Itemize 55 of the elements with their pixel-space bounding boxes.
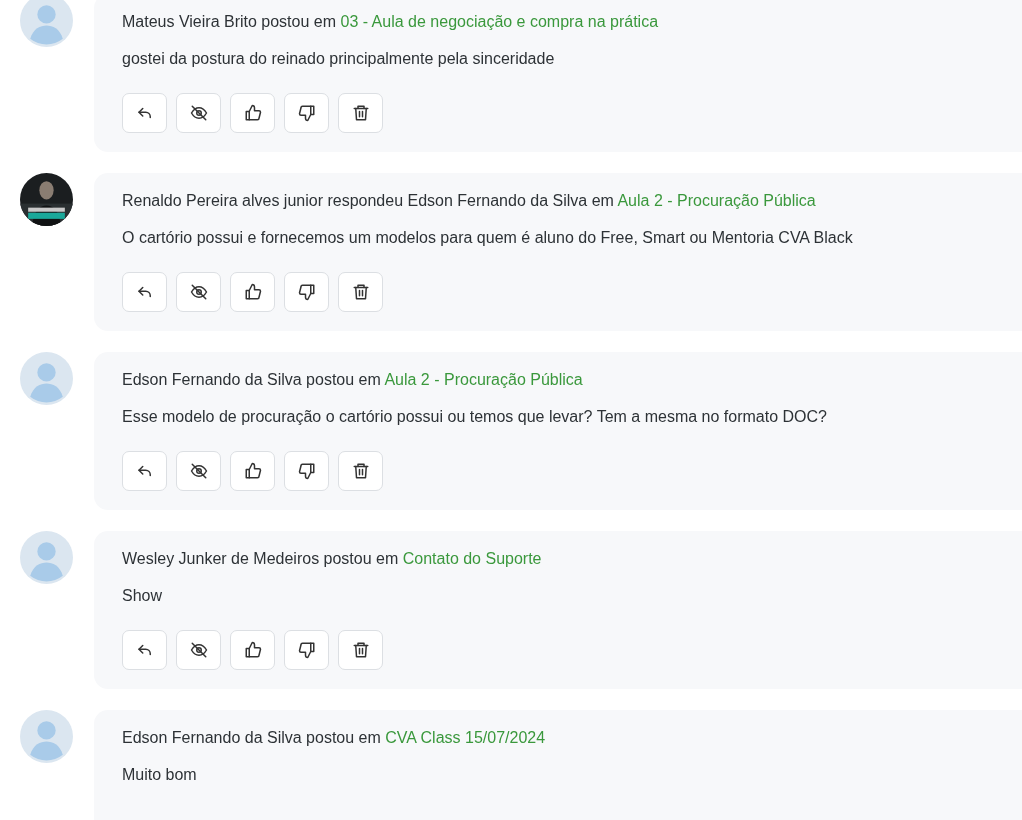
like-button[interactable] <box>230 630 275 670</box>
trash-icon <box>351 641 370 659</box>
thumbs-down-icon <box>297 104 316 122</box>
delete-button[interactable] <box>338 93 383 133</box>
trash-icon <box>351 462 370 480</box>
avatar-icon <box>20 352 73 405</box>
avatar-icon <box>20 531 73 584</box>
hide-button[interactable] <box>176 630 221 670</box>
hide-button[interactable] <box>176 272 221 312</box>
dislike-button[interactable] <box>284 93 329 133</box>
reply-button[interactable] <box>122 93 167 133</box>
hide-button[interactable] <box>176 451 221 491</box>
avatar-icon <box>20 710 73 763</box>
like-button[interactable] <box>230 272 275 312</box>
eye-slash-icon <box>189 104 208 122</box>
dislike-button[interactable] <box>284 272 329 312</box>
thumbs-down-icon <box>297 283 316 301</box>
lesson-link[interactable]: Contato do Suporte <box>402 550 542 567</box>
reply-button[interactable] <box>122 630 167 670</box>
delete-button[interactable] <box>338 451 383 491</box>
thumbs-down-icon <box>297 641 316 659</box>
reply-button[interactable] <box>122 272 167 312</box>
like-button[interactable] <box>230 451 275 491</box>
thumbs-down-icon <box>297 462 316 480</box>
lesson-link[interactable]: CVA Class 15/07/2024 <box>385 729 546 746</box>
reply-button[interactable] <box>122 451 167 491</box>
hide-button[interactable] <box>176 93 221 133</box>
dislike-button[interactable] <box>284 451 329 491</box>
post-text: gostei da postura do reinado principalmente pela sinceridade <box>122 49 556 69</box>
lesson-link[interactable]: Aula 2 - Procuração Pública <box>617 192 816 209</box>
thumbs-up-icon <box>243 104 262 122</box>
post-header: Renaldo Pereira alves junior respondeu Edson Fernando da Silva em Aula 2 - Procuração Pública <box>122 191 817 211</box>
lesson-link[interactable]: 03 - Aula de negociação e compra na prática <box>340 13 659 30</box>
post-header: Edson Fernando da Silva postou em Aula 2 - Procuração Pública <box>122 370 584 390</box>
thumbs-up-icon <box>243 641 262 659</box>
eye-slash-icon <box>189 641 208 659</box>
post-header: Mateus Vieira Brito postou em 03 - Aula de negociação e compra na prática <box>122 12 660 32</box>
thumbs-up-icon <box>243 283 262 301</box>
eye-slash-icon <box>189 462 208 480</box>
dislike-button[interactable] <box>284 630 329 670</box>
avatar-icon <box>20 0 73 47</box>
post-text: O cartório possui e fornecemos um modelos para quem é aluno do Free, Smart ou Mentoria CVA Black <box>122 228 854 248</box>
post-text: Show <box>122 586 164 606</box>
lesson-link[interactable]: Aula 2 - Procuração Pública <box>384 371 583 388</box>
trash-icon <box>351 104 370 122</box>
eye-slash-icon <box>189 283 208 301</box>
post-header: Wesley Junker de Medeiros postou em Contato do Suporte <box>122 549 543 569</box>
post-text: Esse modelo de procuração o cartório possui ou temos que levar? Tem a mesma no formato DOC? <box>122 407 828 427</box>
delete-button[interactable] <box>338 272 383 312</box>
thumbs-up-icon <box>243 462 262 480</box>
delete-button[interactable] <box>338 630 383 670</box>
like-button[interactable] <box>230 93 275 133</box>
post-text: Muito bom <box>122 765 198 785</box>
trash-icon <box>351 283 370 301</box>
post-header: Edson Fernando da Silva postou em CVA Class 15/07/2024 <box>122 728 547 748</box>
